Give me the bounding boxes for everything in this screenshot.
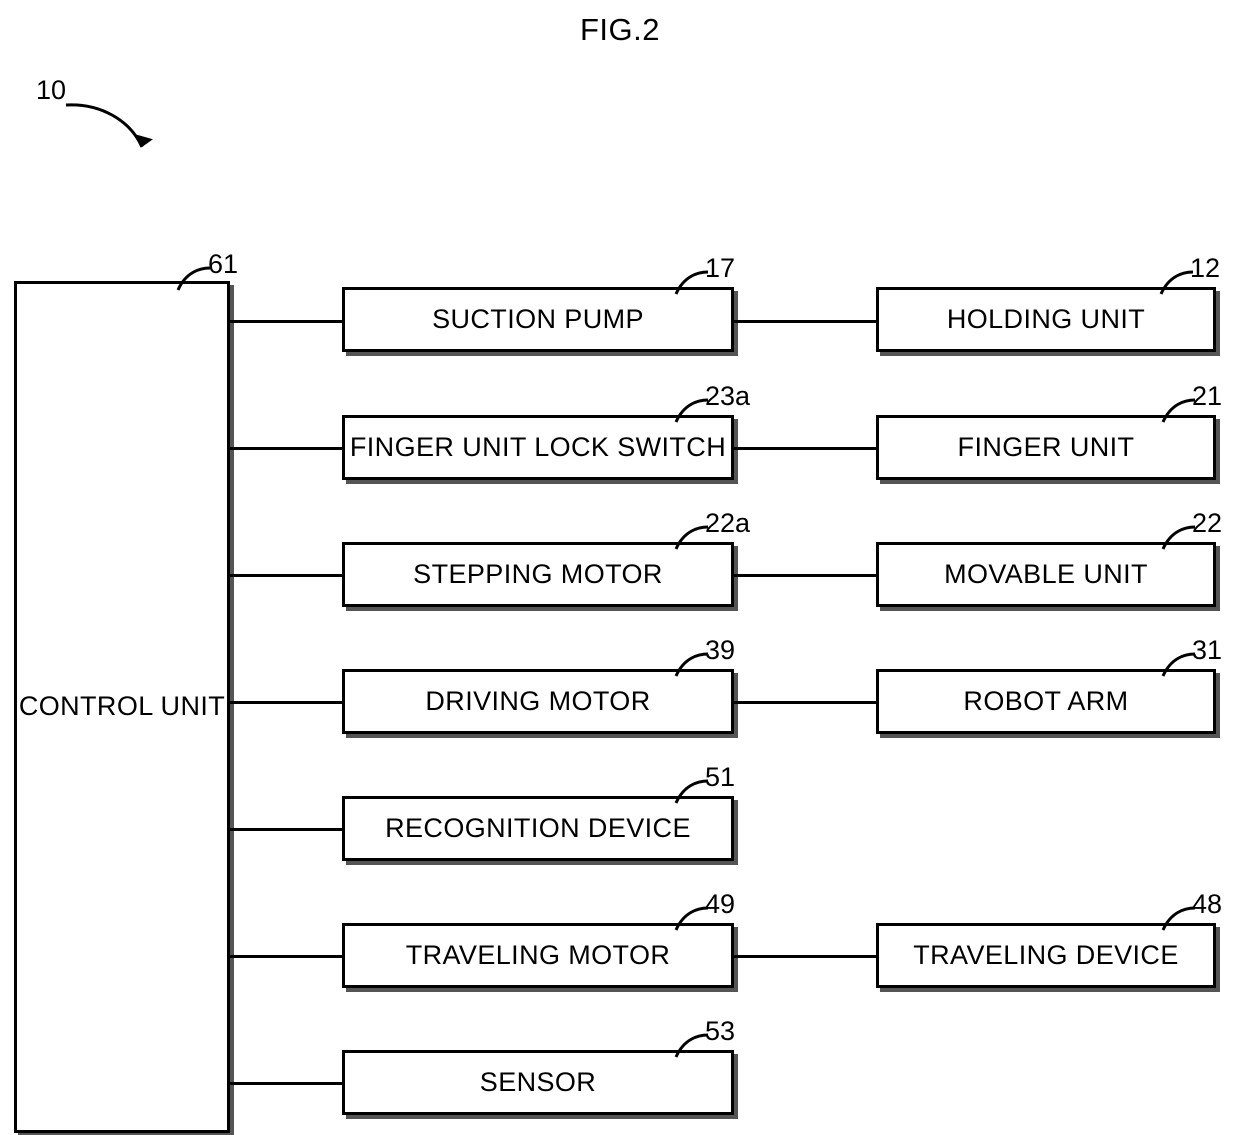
row-4-right-box[interactable]: ROBOT ARM [876,669,1216,734]
row-4-middle-ref: 39 [705,635,736,665]
row-6-middle-box[interactable]: TRAVELING MOTOR [342,923,734,988]
row-7-middle-label: SENSOR [479,1066,597,1097]
row-2-middle-ref: 23a [705,381,751,411]
row-3-right-label: MOVABLE UNIT [944,558,1148,589]
row-2-middle-label: FINGER UNIT LOCK SWITCH [349,431,727,462]
connector-control-to-row-3 [230,574,342,577]
row-3-right-ref: 22 [1192,508,1223,538]
row-3-right-box[interactable]: MOVABLE UNIT [876,542,1216,607]
control-unit-label: CONTROL UNIT [18,691,226,722]
row-4-right-ref: 31 [1192,635,1223,665]
row-7-middle-box[interactable]: SENSOR [342,1050,734,1115]
connector-control-to-row-2 [230,447,342,450]
connector-control-to-row-5 [230,828,342,831]
row-1-middle-ref: 17 [705,253,736,283]
connector-row-1-middle-to-right [734,320,878,323]
row-1-right-box[interactable]: HOLDING UNIT [876,287,1216,352]
connector-row-3-middle-to-right [734,574,878,577]
row-1-right-ref: 12 [1190,253,1221,283]
row-4-middle-box[interactable]: DRIVING MOTOR [342,669,734,734]
row-6-middle-ref: 49 [705,889,736,919]
row-6-right-label: TRAVELING DEVICE [913,939,1179,970]
system-reference-number: 10 [36,75,67,105]
figure-title: FIG.2 [579,12,660,47]
row-3-middle-box[interactable]: STEPPING MOTOR [342,542,734,607]
connector-row-4-middle-to-right [734,701,878,704]
row-2-middle-box[interactable]: FINGER UNIT LOCK SWITCH [342,415,734,480]
row-1-right-label: HOLDING UNIT [946,303,1146,334]
connector-row-2-middle-to-right [734,447,878,450]
row-4-middle-label: DRIVING MOTOR [425,685,651,716]
row-3-middle-ref: 22a [705,508,751,538]
connector-control-to-row-6 [230,955,342,958]
connector-control-to-row-7 [230,1082,342,1085]
row-5-middle-box[interactable]: RECOGNITION DEVICE [342,796,734,861]
row-6-right-box[interactable]: TRAVELING DEVICE [876,923,1216,988]
row-2-right-ref: 21 [1192,381,1223,411]
control-unit-box[interactable]: CONTROL UNIT [14,281,230,1133]
row-7-middle-ref: 53 [705,1016,736,1046]
connector-row-6-middle-to-right [734,955,878,958]
row-2-right-box[interactable]: FINGER UNIT [876,415,1216,480]
row-6-right-ref: 48 [1192,889,1223,919]
row-4-right-label: ROBOT ARM [963,685,1129,716]
connector-control-to-row-4 [230,701,342,704]
system-leader-arrow [60,95,170,185]
row-3-middle-label: STEPPING MOTOR [413,558,663,589]
row-2-right-label: FINGER UNIT [957,431,1135,462]
connector-control-to-row-1 [230,320,342,323]
row-1-middle-label: SUCTION PUMP [432,303,644,334]
row-6-middle-label: TRAVELING MOTOR [405,939,671,970]
control-unit-ref: 61 [208,249,239,279]
row-1-middle-box[interactable]: SUCTION PUMP [342,287,734,352]
row-5-middle-label: RECOGNITION DEVICE [385,812,691,843]
row-5-middle-ref: 51 [705,762,736,792]
